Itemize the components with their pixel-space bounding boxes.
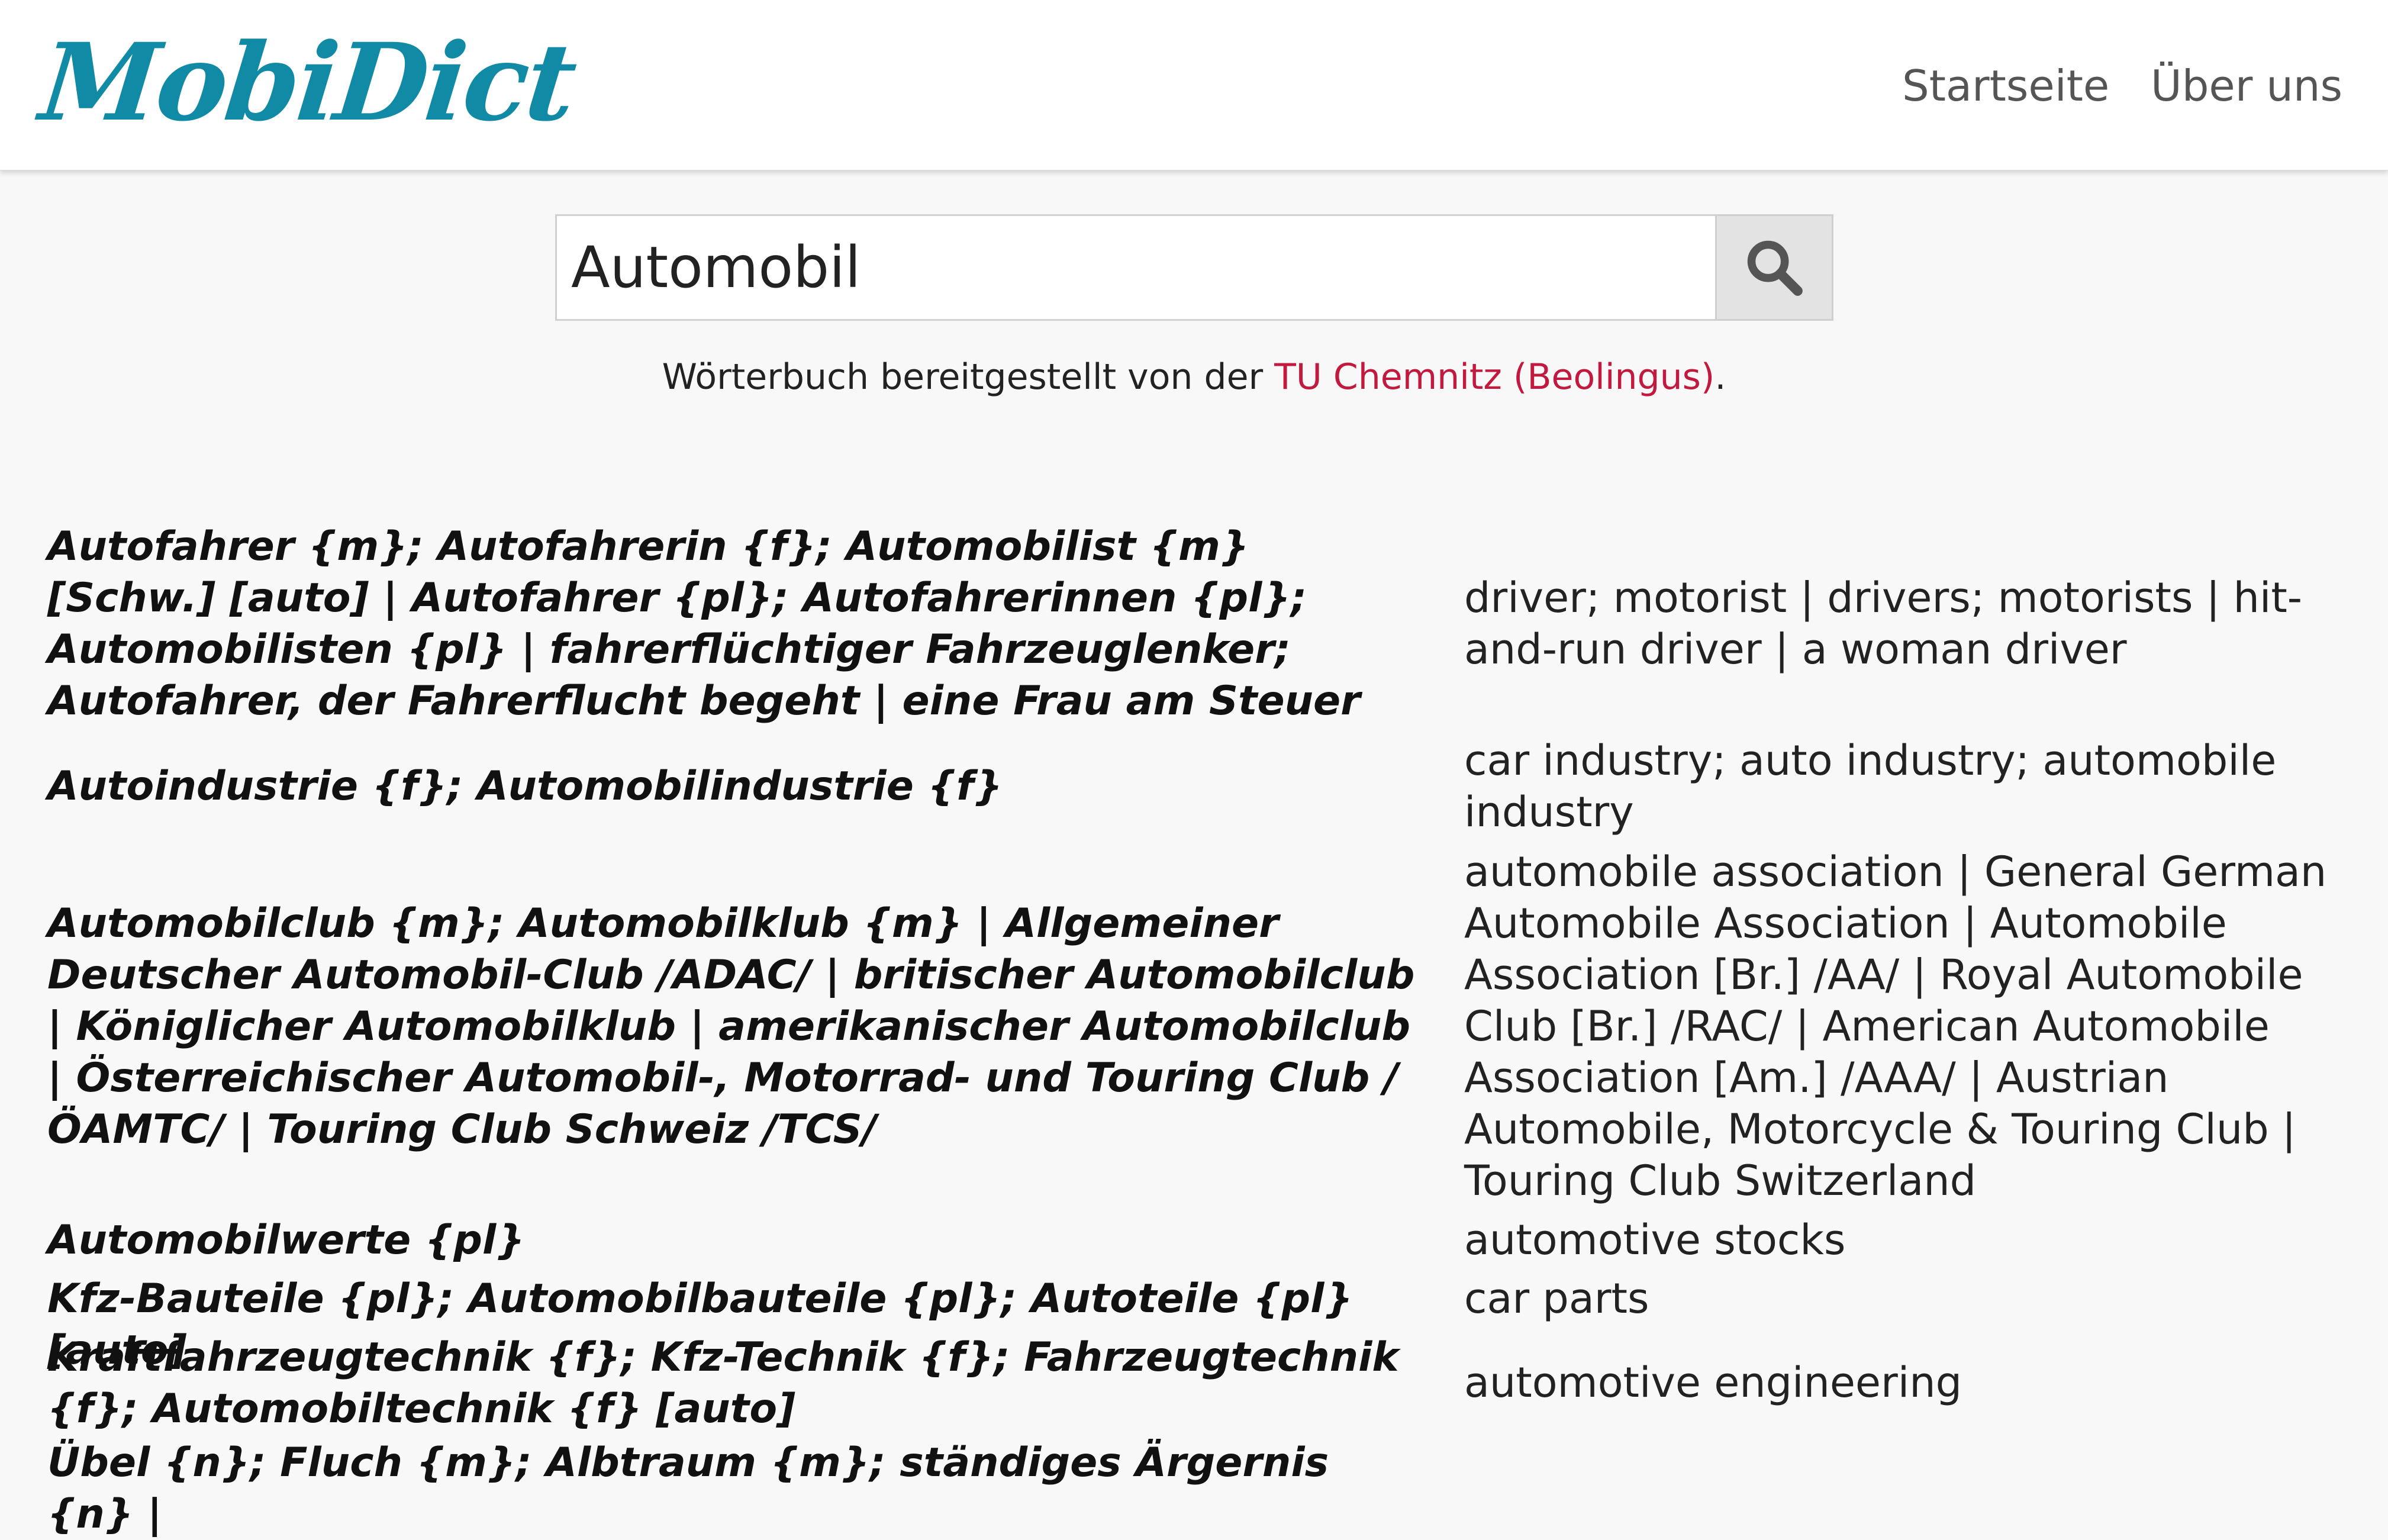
result-german: Automobilclub {m}; Automobilklub {m} | A… <box>47 900 1415 1153</box>
result-german: Übel {n}; Fluch {m}; Albtraum {m}; ständ… <box>47 1439 1329 1538</box>
result-english: automotive engineering <box>1464 1358 1962 1407</box>
result-english: car parts <box>1464 1274 1649 1323</box>
result-german: Automobilwerte {pl} <box>47 1217 525 1264</box>
result-german: Autofahrer {m}; Autofahrerin {f}; Automo… <box>47 523 1361 724</box>
result-german: Autoindustrie {f}; Automobilindustrie {f… <box>47 763 1003 810</box>
result-english: driver; motorist | drivers; motorists | … <box>1464 574 2303 674</box>
result-english: automotive stocks <box>1464 1216 1846 1264</box>
results-list: Autofahrer {m}; Autofahrerin {f}; Automo… <box>0 0 2388 1538</box>
result-english: car industry; auto industry; automobile … <box>1464 736 2277 836</box>
result-german: Kraftfahrzeugtechnik {f}; Kfz-Technik {f… <box>47 1334 1399 1432</box>
result-english: automobile association | General German … <box>1464 848 2327 1205</box>
